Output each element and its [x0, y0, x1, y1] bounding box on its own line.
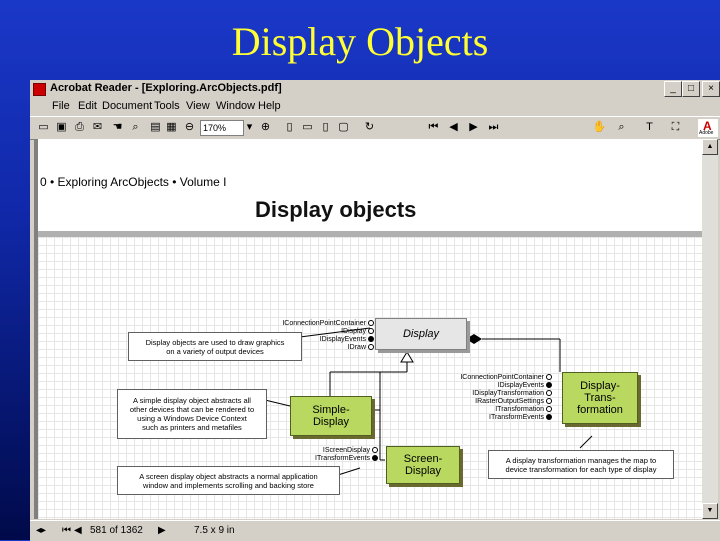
display-transformation-note: A display transformation manages the map… [488, 450, 674, 479]
simple-display-class-box: Simple- Display [290, 396, 372, 436]
transform-interface-1: IConnectionPointContainer [460, 374, 544, 381]
interface-lollipop [368, 344, 374, 350]
interface-lollipop [368, 328, 374, 334]
interface-lollipop [546, 390, 552, 396]
transform-interface-4: IRasterOutputSettings [475, 398, 544, 405]
interface-lollipop-outbound [372, 455, 378, 461]
transform-interface-3: IDisplayTransformation [472, 390, 544, 397]
interface-lollipop-outbound [546, 382, 552, 388]
simple-display-note: A simple display object abstracts all ot… [117, 389, 267, 439]
screen-interface-1: IScreenDisplay [322, 447, 370, 454]
interface-lollipop [546, 398, 552, 404]
display-transformation-label: Display- Trans- formation [577, 380, 623, 416]
display-note: Display objects are used to draw graphic… [128, 332, 302, 361]
display-transformation-class-box: Display- Trans- formation [562, 372, 638, 424]
display-class-box: Display [375, 318, 467, 350]
screen-display-class-box: Screen- Display [386, 446, 460, 484]
screen-display-label: Screen- Display [403, 453, 443, 477]
transform-interface-2: IDisplayEvents [497, 382, 544, 389]
simple-display-label: Simple- Display [312, 404, 350, 428]
transform-interface-5: ITransformation [495, 406, 544, 413]
interface-lollipop [546, 374, 552, 380]
transform-interface-6: ITransformEvents [489, 414, 544, 421]
interface-lollipop-outbound [368, 336, 374, 342]
display-class-label: Display [402, 328, 440, 340]
screen-display-note: A screen display object abstracts a norm… [117, 466, 340, 495]
interface-lollipop [368, 320, 374, 326]
screen-interface-2: ITransformEvents [315, 455, 370, 462]
display-interface-1: IConnectionPointContainer [282, 320, 366, 327]
interface-lollipop-outbound [546, 414, 552, 420]
interface-lollipop [372, 447, 378, 453]
interface-lollipop [546, 406, 552, 412]
